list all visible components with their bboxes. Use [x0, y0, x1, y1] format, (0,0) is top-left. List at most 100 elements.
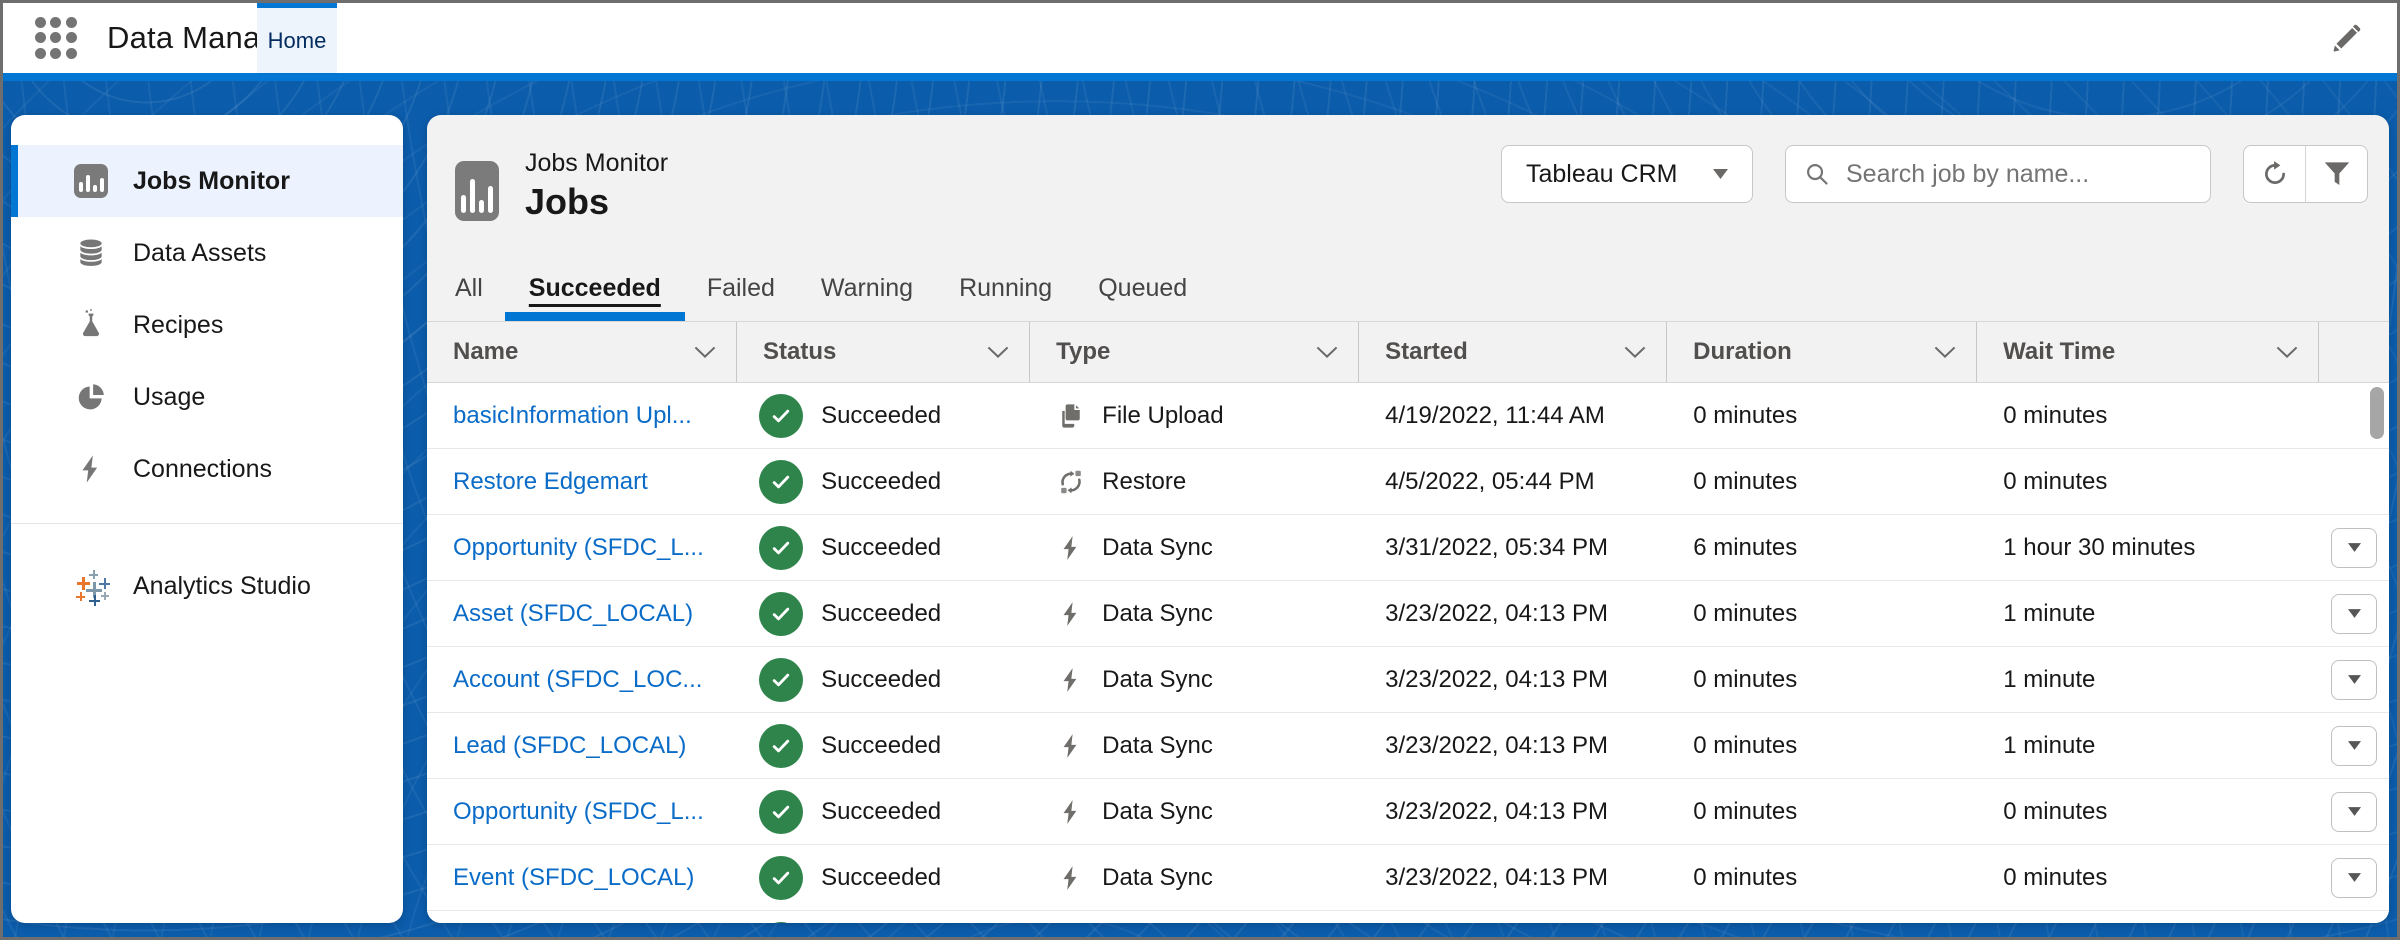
tab-succeeded[interactable]: Succeeded: [529, 255, 661, 321]
tab-failed[interactable]: Failed: [707, 255, 775, 321]
chevron-down-icon[interactable]: [1934, 346, 1956, 358]
column-header-name[interactable]: Name: [427, 322, 737, 382]
row-actions-button[interactable]: [2331, 792, 2377, 832]
cell-started: 4/5/2022, 05:44 PM: [1359, 449, 1667, 514]
filter-button[interactable]: [2305, 146, 2367, 202]
cell-status: [737, 911, 1030, 923]
job-name-link[interactable]: basicInformation Upl...: [453, 402, 692, 430]
tableau-sparkle-icon: [73, 568, 109, 604]
search-icon: [1804, 161, 1830, 187]
job-name-link[interactable]: Opportunity (SFDC_L...: [453, 798, 704, 826]
chevron-down-icon[interactable]: [987, 346, 1009, 358]
type-label: Data Sync: [1102, 534, 1213, 562]
filter-icon: [2323, 160, 2351, 188]
page-eyebrow: Jobs Monitor: [525, 149, 668, 178]
status-success-badge: [759, 592, 803, 636]
jobs-monitor-tile-icon: [455, 161, 499, 221]
search-input[interactable]: [1844, 159, 2192, 190]
app-selector-dropdown[interactable]: Tableau CRM: [1501, 145, 1753, 203]
data-sync-icon: [1056, 797, 1086, 827]
cell-started: 3/31/2022, 05:34 PM: [1359, 515, 1667, 580]
sidebar-item-analytics-studio[interactable]: Analytics Studio: [11, 550, 403, 622]
status-label: Succeeded: [821, 600, 941, 628]
data-sync-icon: [1056, 665, 1086, 695]
job-name-link[interactable]: Lead (SFDC_LOCAL): [453, 732, 686, 760]
triangle-down-icon: [2348, 873, 2361, 882]
column-header-duration[interactable]: Duration: [1667, 322, 1977, 382]
column-header-wait-time[interactable]: Wait Time: [1977, 322, 2319, 382]
column-label: Duration: [1693, 338, 1792, 366]
data-sync-icon: [1056, 863, 1086, 893]
sidebar-item-label: Data Assets: [133, 239, 266, 268]
row-actions-button[interactable]: [2331, 528, 2377, 568]
chevron-down-icon[interactable]: [1316, 346, 1338, 358]
cell-status: Succeeded: [737, 581, 1030, 646]
type-label: Data Sync: [1102, 864, 1213, 892]
cell-duration: 0 minutes: [1667, 779, 1977, 844]
cell-duration: 0 minutes: [1667, 449, 1977, 514]
sidebar-item-recipes[interactable]: Recipes: [11, 289, 403, 361]
cell-started: 3/23/2022, 04:13 PM: [1359, 647, 1667, 712]
tab-all[interactable]: All: [455, 255, 483, 321]
cell-wait-time: 1 minute: [1977, 713, 2319, 778]
scrollbar-thumb[interactable]: [2370, 387, 2384, 439]
refresh-button[interactable]: [2244, 146, 2305, 202]
cell-status: Succeeded: [737, 779, 1030, 844]
chevron-down-icon[interactable]: [2276, 346, 2298, 358]
job-name-link[interactable]: Opportunity (SFDC_L...: [453, 534, 704, 562]
row-actions-button[interactable]: [2331, 726, 2377, 766]
row-actions-button[interactable]: [2331, 660, 2377, 700]
cell-duration: 6 minutes: [1667, 515, 1977, 580]
row-actions-button[interactable]: [2331, 594, 2377, 634]
cell-actions: [2319, 911, 2389, 923]
sidebar-item-label: Recipes: [133, 311, 223, 340]
job-name-link[interactable]: Asset (SFDC_LOCAL): [453, 600, 693, 628]
tab-running[interactable]: Running: [959, 255, 1052, 321]
type-label: Data Sync: [1102, 600, 1213, 628]
tab-queued[interactable]: Queued: [1098, 255, 1187, 321]
column-header-actions: [2319, 322, 2389, 382]
job-name-link[interactable]: Event (SFDC_LOCAL): [453, 864, 694, 892]
sidebar-item-jobs-monitor[interactable]: Jobs Monitor: [11, 145, 403, 217]
status-label: Succeeded: [821, 732, 941, 760]
job-name-link[interactable]: Account (SFDC_LOC...: [453, 666, 702, 694]
type-label: Data Sync: [1102, 798, 1213, 826]
file-upload-icon: [1056, 401, 1086, 431]
status-success-badge: [759, 658, 803, 702]
sidebar-item-usage[interactable]: Usage: [11, 361, 403, 433]
cell-actions: [2319, 845, 2389, 910]
sidebar: Jobs Monitor Data Assets Recipes UsageConne…: [11, 115, 403, 923]
cell-name: Event (SFDC_LOCAL): [427, 845, 737, 910]
triangle-down-icon: [2348, 609, 2361, 618]
column-header-status[interactable]: Status: [737, 322, 1030, 382]
table-row: Lead (SFDC_LOCAL)SucceededData Sync3/23/…: [427, 713, 2389, 779]
global-header: Data Manager Home: [3, 3, 2397, 73]
flask-icon: [73, 307, 109, 343]
app-launcher-icon[interactable]: [33, 15, 79, 61]
cell-wait-time: 1 minute: [1977, 581, 2319, 646]
column-header-type[interactable]: Type: [1030, 322, 1359, 382]
column-header-started[interactable]: Started: [1359, 322, 1667, 382]
chevron-down-icon[interactable]: [1624, 346, 1646, 358]
sidebar-item-data-assets[interactable]: Data Assets: [11, 217, 403, 289]
job-name-link[interactable]: Restore Edgemart: [453, 468, 648, 496]
sidebar-item-connections[interactable]: Connections: [11, 433, 403, 505]
check-icon: [769, 536, 793, 560]
triangle-down-icon: [2348, 543, 2361, 552]
edit-pencil-icon[interactable]: [2331, 22, 2363, 54]
triangle-down-icon: [2348, 741, 2361, 750]
cell-name: Opportunity (SFDC_L...: [427, 779, 737, 844]
tab-warning[interactable]: Warning: [821, 255, 913, 321]
chevron-down-icon[interactable]: [694, 346, 716, 358]
cell-duration: 0 minutes: [1667, 845, 1977, 910]
cell-status: Succeeded: [737, 449, 1030, 514]
row-actions-button[interactable]: [2331, 858, 2377, 898]
cell-type: Data Sync: [1030, 845, 1359, 910]
cell-wait-time: 0 minutes: [1977, 845, 2319, 910]
tab-home[interactable]: Home: [257, 3, 337, 73]
status-success-badge: [759, 790, 803, 834]
cell-type: Data Sync: [1030, 713, 1359, 778]
column-label: Wait Time: [2003, 338, 2115, 366]
status-success-badge: [759, 856, 803, 900]
table-row: Restore EdgemartSucceededRestore4/5/2022…: [427, 449, 2389, 515]
